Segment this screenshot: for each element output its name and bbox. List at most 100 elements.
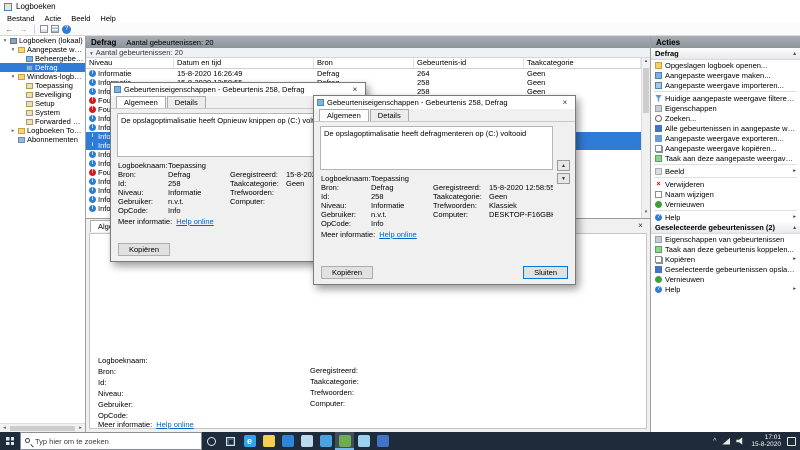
taskbar-app-edge[interactable]: e <box>240 432 259 450</box>
twisty-icon[interactable]: ▸ <box>10 128 16 134</box>
action-aangepaste-weergave-kopi-ren[interactable]: Aangepaste weergave kopiëren... <box>651 143 800 153</box>
hidden-icons-chevron-icon[interactable] <box>713 438 716 445</box>
back-icon[interactable] <box>4 24 15 35</box>
help-online-link[interactable]: Help online <box>379 230 417 239</box>
taskbar-app-file-explorer[interactable] <box>259 432 278 450</box>
scroll-right-arrow-icon[interactable] <box>76 425 85 431</box>
action-vernieuwen[interactable]: Vernieuwen <box>651 274 800 284</box>
taskbar-app-mail[interactable] <box>297 432 316 450</box>
tab-algemeen[interactable]: Algemeen <box>319 109 369 121</box>
action-naam-wijzigen[interactable]: Naam wijzigen <box>651 189 800 199</box>
taskbar-app-event-viewer[interactable] <box>335 432 354 450</box>
action-eigenschappen-van-gebeurtenissen[interactable]: Eigenschappen van gebeurtenissen <box>651 234 800 244</box>
action-taak-aan-deze-aangepaste-weergave-koppelen[interactable]: Taak aan deze aangepaste weergave koppel… <box>651 153 800 163</box>
help-online-link[interactable]: Help online <box>156 420 194 429</box>
taskbar-app-store[interactable] <box>278 432 297 450</box>
close-icon[interactable] <box>558 98 572 107</box>
next-event-button[interactable] <box>557 173 570 184</box>
events-vertical-scrollbar[interactable] <box>641 58 650 218</box>
tree-item-beheergebeurtenissen[interactable]: Beheergebeurtenissen <box>0 54 85 63</box>
table-row[interactable]: i Informatie 15-8-2020 16:26:49 Defrag 264 Ge… <box>86 69 641 78</box>
action-aangepaste-weergave-exporteren[interactable]: Aangepaste weergave exporteren... <box>651 133 800 143</box>
tree-item-defrag[interactable]: Defrag <box>0 63 85 72</box>
tree-item-beveiliging[interactable]: Beveiliging <box>0 90 85 99</box>
forward-icon[interactable] <box>18 24 29 35</box>
close-preview-icon[interactable] <box>635 221 646 231</box>
action-kopi-ren[interactable]: Kopiëren ▸ <box>651 254 800 264</box>
task-view-button[interactable] <box>221 432 240 450</box>
column-niveau[interactable]: Niveau <box>86 58 174 68</box>
collapse-icon[interactable]: ▴ <box>793 225 796 231</box>
action-eigenschappen[interactable]: Eigenschappen <box>651 103 800 113</box>
search-input[interactable] <box>21 433 201 449</box>
scroll-left-arrow-icon[interactable] <box>0 425 9 431</box>
tab-algemeen[interactable]: Algemeen <box>116 96 166 108</box>
info-icon: i <box>89 79 96 86</box>
action-center-icon[interactable] <box>787 436 796 446</box>
tree-item-forwarded-events[interactable]: Forwarded Events <box>0 117 85 126</box>
action-vernieuwen[interactable]: Vernieuwen <box>651 199 800 209</box>
tree-item-windows-logboeken[interactable]: ▾ Windows-logboeken <box>0 72 85 81</box>
column-bron[interactable]: Bron <box>314 58 414 68</box>
tree-item-logboeken-toepassingen-en[interactable]: ▸ Logboeken Toepassingen en <box>0 126 85 135</box>
collapse-group-icon[interactable] <box>90 48 93 57</box>
action-section-defrag[interactable]: Defrag ▴ <box>651 48 800 60</box>
tab-details[interactable]: Details <box>369 109 409 121</box>
export-list-icon[interactable] <box>51 25 59 33</box>
menu-bestand[interactable]: Bestand <box>2 14 40 23</box>
scroll-down-arrow-icon[interactable] <box>642 209 650 218</box>
twisty-icon[interactable]: ▾ <box>2 38 8 44</box>
copy-button[interactable]: Kopiëren <box>118 243 171 256</box>
start-button[interactable] <box>0 432 20 450</box>
help-online-link[interactable]: Help online <box>176 217 214 226</box>
column-gebeurtenis-id[interactable]: Gebeurtenis-id <box>414 58 524 68</box>
action-beeld[interactable]: Beeld ▸ <box>651 166 800 176</box>
twisty-icon[interactable]: ▾ <box>10 47 16 53</box>
tree-horizontal-scrollbar[interactable] <box>0 423 85 432</box>
action-geselecteerde-gebeurtenissen-opslaan[interactable]: Geselecteerde gebeurtenissen opslaan... <box>651 264 800 274</box>
tab-details[interactable]: Details <box>166 96 206 108</box>
previous-event-button[interactable] <box>557 160 570 171</box>
action-zoeken[interactable]: Zoeken... <box>651 113 800 123</box>
menu-beeld[interactable]: Beeld <box>66 14 95 23</box>
action-verwijderen[interactable]: × Verwijderen <box>651 179 800 189</box>
close-button[interactable]: Sluiten <box>523 266 568 279</box>
action-opgeslagen-logboek-openen[interactable]: Opgeslagen logboek openen... <box>651 60 800 70</box>
scroll-thumb[interactable] <box>10 425 75 431</box>
collapse-icon[interactable]: ▴ <box>793 51 796 57</box>
action-alle-gebeurtenissen-in-aangepaste-weergave-opslaan-als[interactable]: Alle gebeurtenissen in aangepaste weerga… <box>651 123 800 133</box>
menu-help[interactable]: Help <box>95 14 120 23</box>
cortana-button[interactable] <box>202 432 221 450</box>
scroll-up-arrow-icon[interactable] <box>642 58 650 67</box>
menu-actie[interactable]: Actie <box>40 14 67 23</box>
copy-button[interactable]: Kopiëren <box>321 266 374 279</box>
taskbar-app-photos[interactable] <box>316 432 335 450</box>
action-help[interactable]: ? Help ▸ <box>651 284 800 294</box>
taskbar-clock[interactable]: 17:01 15-8-2020 <box>751 434 781 449</box>
tree-item-aangepaste-weergaven[interactable]: ▾ Aangepaste weergaven <box>0 45 85 54</box>
field-label: Geregistreerd: <box>230 170 278 179</box>
action-section-geselecteerde-gebeurtenissen-2[interactable]: Geselecteerde gebeurtenissen (2) ▴ <box>651 222 800 234</box>
taskbar-app-security[interactable] <box>373 432 392 450</box>
column-datum-en-tijd[interactable]: Datum en tijd <box>174 58 314 68</box>
taskbar-search[interactable] <box>20 432 202 450</box>
action-aangepaste-weergave-importeren[interactable]: Aangepaste weergave importeren... <box>651 80 800 90</box>
tree-item-logboeken-lokaal[interactable]: ▾ Logboeken (lokaal) <box>0 36 85 45</box>
volume-icon[interactable] <box>736 437 743 445</box>
help-icon[interactable] <box>62 24 71 34</box>
column-taakcategorie[interactable]: Taakcategorie <box>524 58 641 68</box>
scroll-thumb[interactable] <box>643 68 649 113</box>
action-huidige-aangepaste-weergave-filteren[interactable]: Huidige aangepaste weergave filteren... <box>651 93 800 103</box>
action-help[interactable]: ? Help ▸ <box>651 212 800 222</box>
twisty-icon[interactable]: ▾ <box>10 74 16 80</box>
action-taak-aan-deze-gebeurtenis-koppelen[interactable]: Taak aan deze gebeurtenis koppelen... <box>651 244 800 254</box>
show-window-icon[interactable] <box>40 25 48 33</box>
action-aangepaste-weergave-maken[interactable]: Aangepaste weergave maken... <box>651 70 800 80</box>
tree-item-system[interactable]: System <box>0 108 85 117</box>
taskbar-app-settings[interactable] <box>354 432 373 450</box>
tree-item-toepassing[interactable]: Toepassing <box>0 81 85 90</box>
close-icon[interactable] <box>348 85 362 94</box>
tree-item-abonnementen[interactable]: Abonnementen <box>0 135 85 144</box>
network-icon[interactable] <box>722 437 731 445</box>
tree-item-setup[interactable]: Setup <box>0 99 85 108</box>
